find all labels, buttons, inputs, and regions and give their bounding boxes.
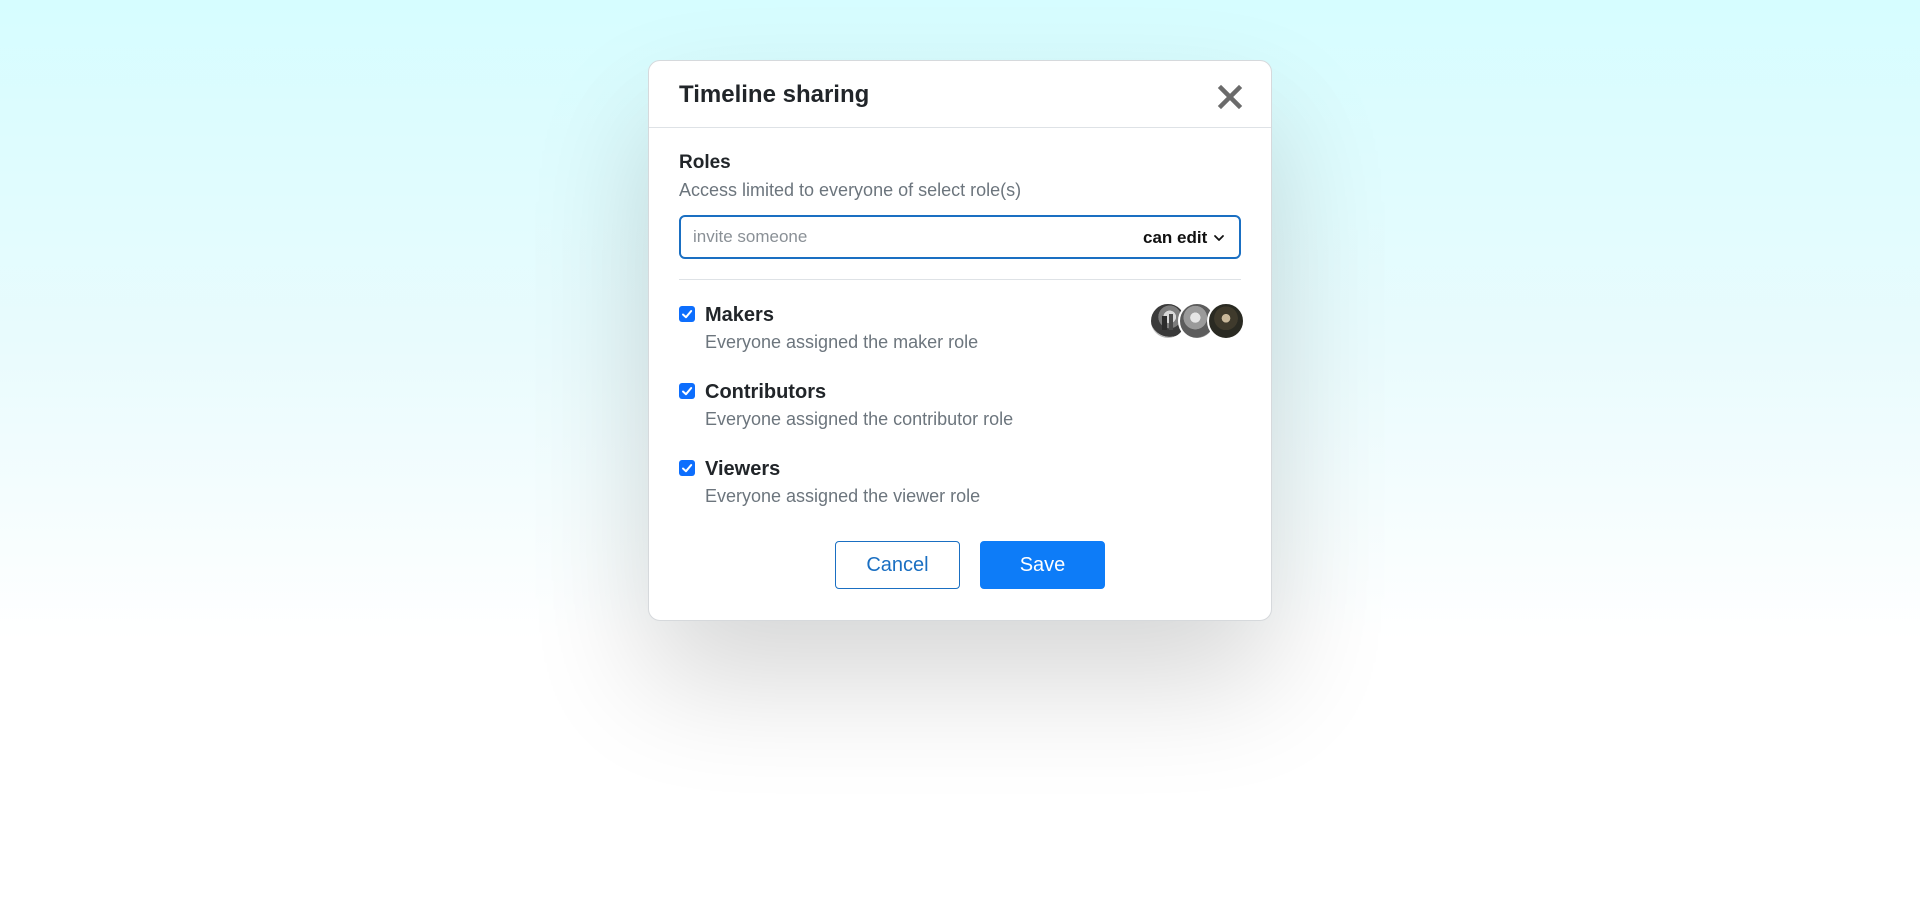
role-item-makers: Makers Everyone assigned the maker role [679, 302, 1245, 364]
checkmark-icon [682, 310, 693, 319]
role-description: Everyone assigned the viewer role [705, 486, 981, 506]
invite-input[interactable] [693, 225, 1093, 249]
save-button[interactable]: Save [980, 541, 1105, 589]
makers-checkbox[interactable] [679, 306, 695, 322]
chevron-down-icon [1214, 235, 1225, 241]
role-name: Makers [705, 304, 774, 326]
permission-label: can edit [1143, 228, 1208, 247]
close-button[interactable] [1216, 83, 1244, 111]
role-item-viewers: Viewers Everyone assigned the viewer rol… [679, 458, 1241, 518]
permission-dropdown[interactable]: can edit [1143, 227, 1225, 249]
checkmark-icon [682, 464, 693, 473]
avatar [1207, 302, 1245, 340]
role-item-contributors: Contributors Everyone assigned the contr… [679, 381, 1241, 441]
cancel-button[interactable]: Cancel [835, 541, 960, 589]
makers-avatar-group [1149, 302, 1249, 342]
contributors-checkbox[interactable] [679, 383, 695, 399]
invite-field: can edit [679, 215, 1241, 259]
dialog-title: Timeline sharing [679, 81, 870, 108]
viewers-checkbox[interactable] [679, 460, 695, 476]
role-name: Contributors [705, 381, 827, 403]
role-description: Everyone assigned the maker role [705, 332, 979, 352]
divider [679, 279, 1241, 280]
timeline-sharing-dialog: Timeline sharing Roles Access limited to… [648, 60, 1272, 621]
role-description: Everyone assigned the contributor role [705, 409, 1014, 429]
roles-description: Access limited to everyone of select rol… [679, 180, 1022, 200]
checkmark-icon [682, 387, 693, 396]
role-name: Viewers [705, 458, 781, 480]
dialog-header: Timeline sharing [649, 61, 1271, 128]
close-icon [1217, 84, 1243, 110]
roles-heading: Roles [679, 152, 731, 173]
